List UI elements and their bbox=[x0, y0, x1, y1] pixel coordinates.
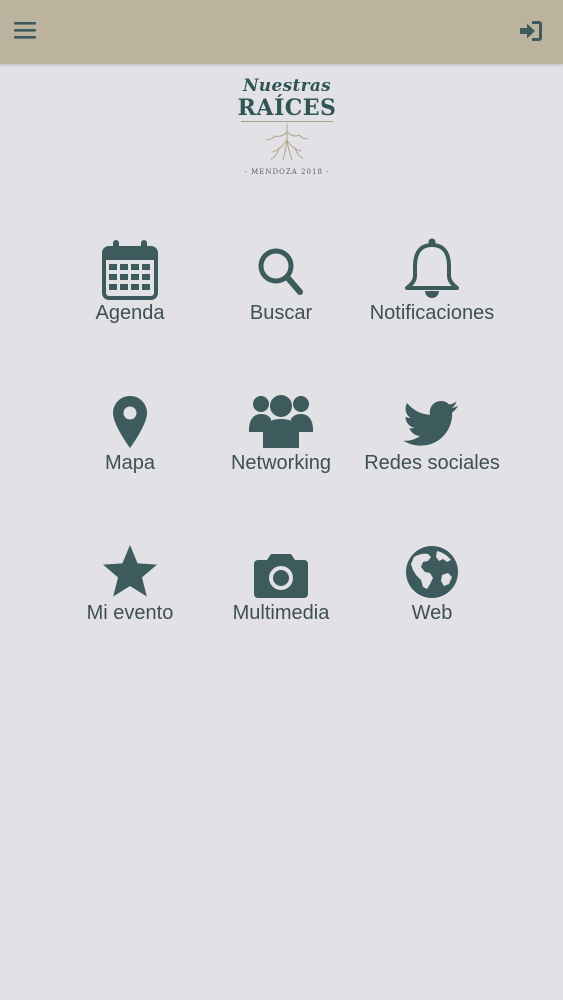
tile-buscar[interactable]: Buscar bbox=[206, 240, 356, 360]
roots-icon bbox=[265, 123, 309, 161]
tile-web[interactable]: Web bbox=[357, 540, 507, 660]
tile-notificaciones[interactable]: Notificaciones bbox=[357, 238, 507, 360]
tile-multimedia[interactable]: Multimedia bbox=[206, 540, 356, 660]
sign-in-icon bbox=[520, 21, 542, 41]
calendar-icon bbox=[102, 240, 158, 300]
tile-label: Mapa bbox=[104, 452, 156, 474]
tile-mapa[interactable]: Mapa bbox=[55, 390, 205, 510]
map-marker-icon bbox=[113, 396, 147, 448]
tile-mi-evento[interactable]: Mi evento bbox=[55, 540, 205, 660]
tile-label: Redes sociales bbox=[364, 452, 500, 474]
tile-redes-sociales[interactable]: Redes sociales bbox=[357, 390, 507, 510]
event-logo: Nuestras RAÍCES - MENDOZA 2018 - bbox=[232, 74, 342, 206]
logo-line-3: - MENDOZA 2018 - bbox=[244, 168, 330, 176]
tile-label: Multimedia bbox=[232, 602, 330, 624]
tile-label: Networking bbox=[230, 452, 332, 474]
tile-networking[interactable]: Networking bbox=[206, 390, 356, 510]
search-icon bbox=[258, 248, 303, 295]
star-icon bbox=[103, 545, 157, 597]
hamburger-menu-icon bbox=[14, 22, 36, 39]
logo-line-2: RAÍCES bbox=[237, 95, 337, 121]
bell-icon bbox=[405, 238, 459, 298]
tile-label: Notificaciones bbox=[369, 302, 495, 324]
globe-icon bbox=[406, 546, 458, 598]
twitter-icon bbox=[403, 401, 458, 446]
tile-label: Buscar bbox=[249, 302, 313, 324]
logo-line-1: Nuestras bbox=[242, 76, 332, 96]
login-button[interactable] bbox=[515, 16, 547, 46]
tile-label: Mi evento bbox=[86, 602, 174, 624]
tile-label: Agenda bbox=[95, 302, 165, 324]
tile-label: Web bbox=[411, 602, 453, 624]
menu-button[interactable] bbox=[10, 16, 42, 46]
tile-agenda[interactable]: Agenda bbox=[55, 240, 205, 360]
camera-icon bbox=[254, 554, 308, 598]
users-icon bbox=[249, 395, 313, 448]
top-app-bar bbox=[0, 0, 563, 64]
